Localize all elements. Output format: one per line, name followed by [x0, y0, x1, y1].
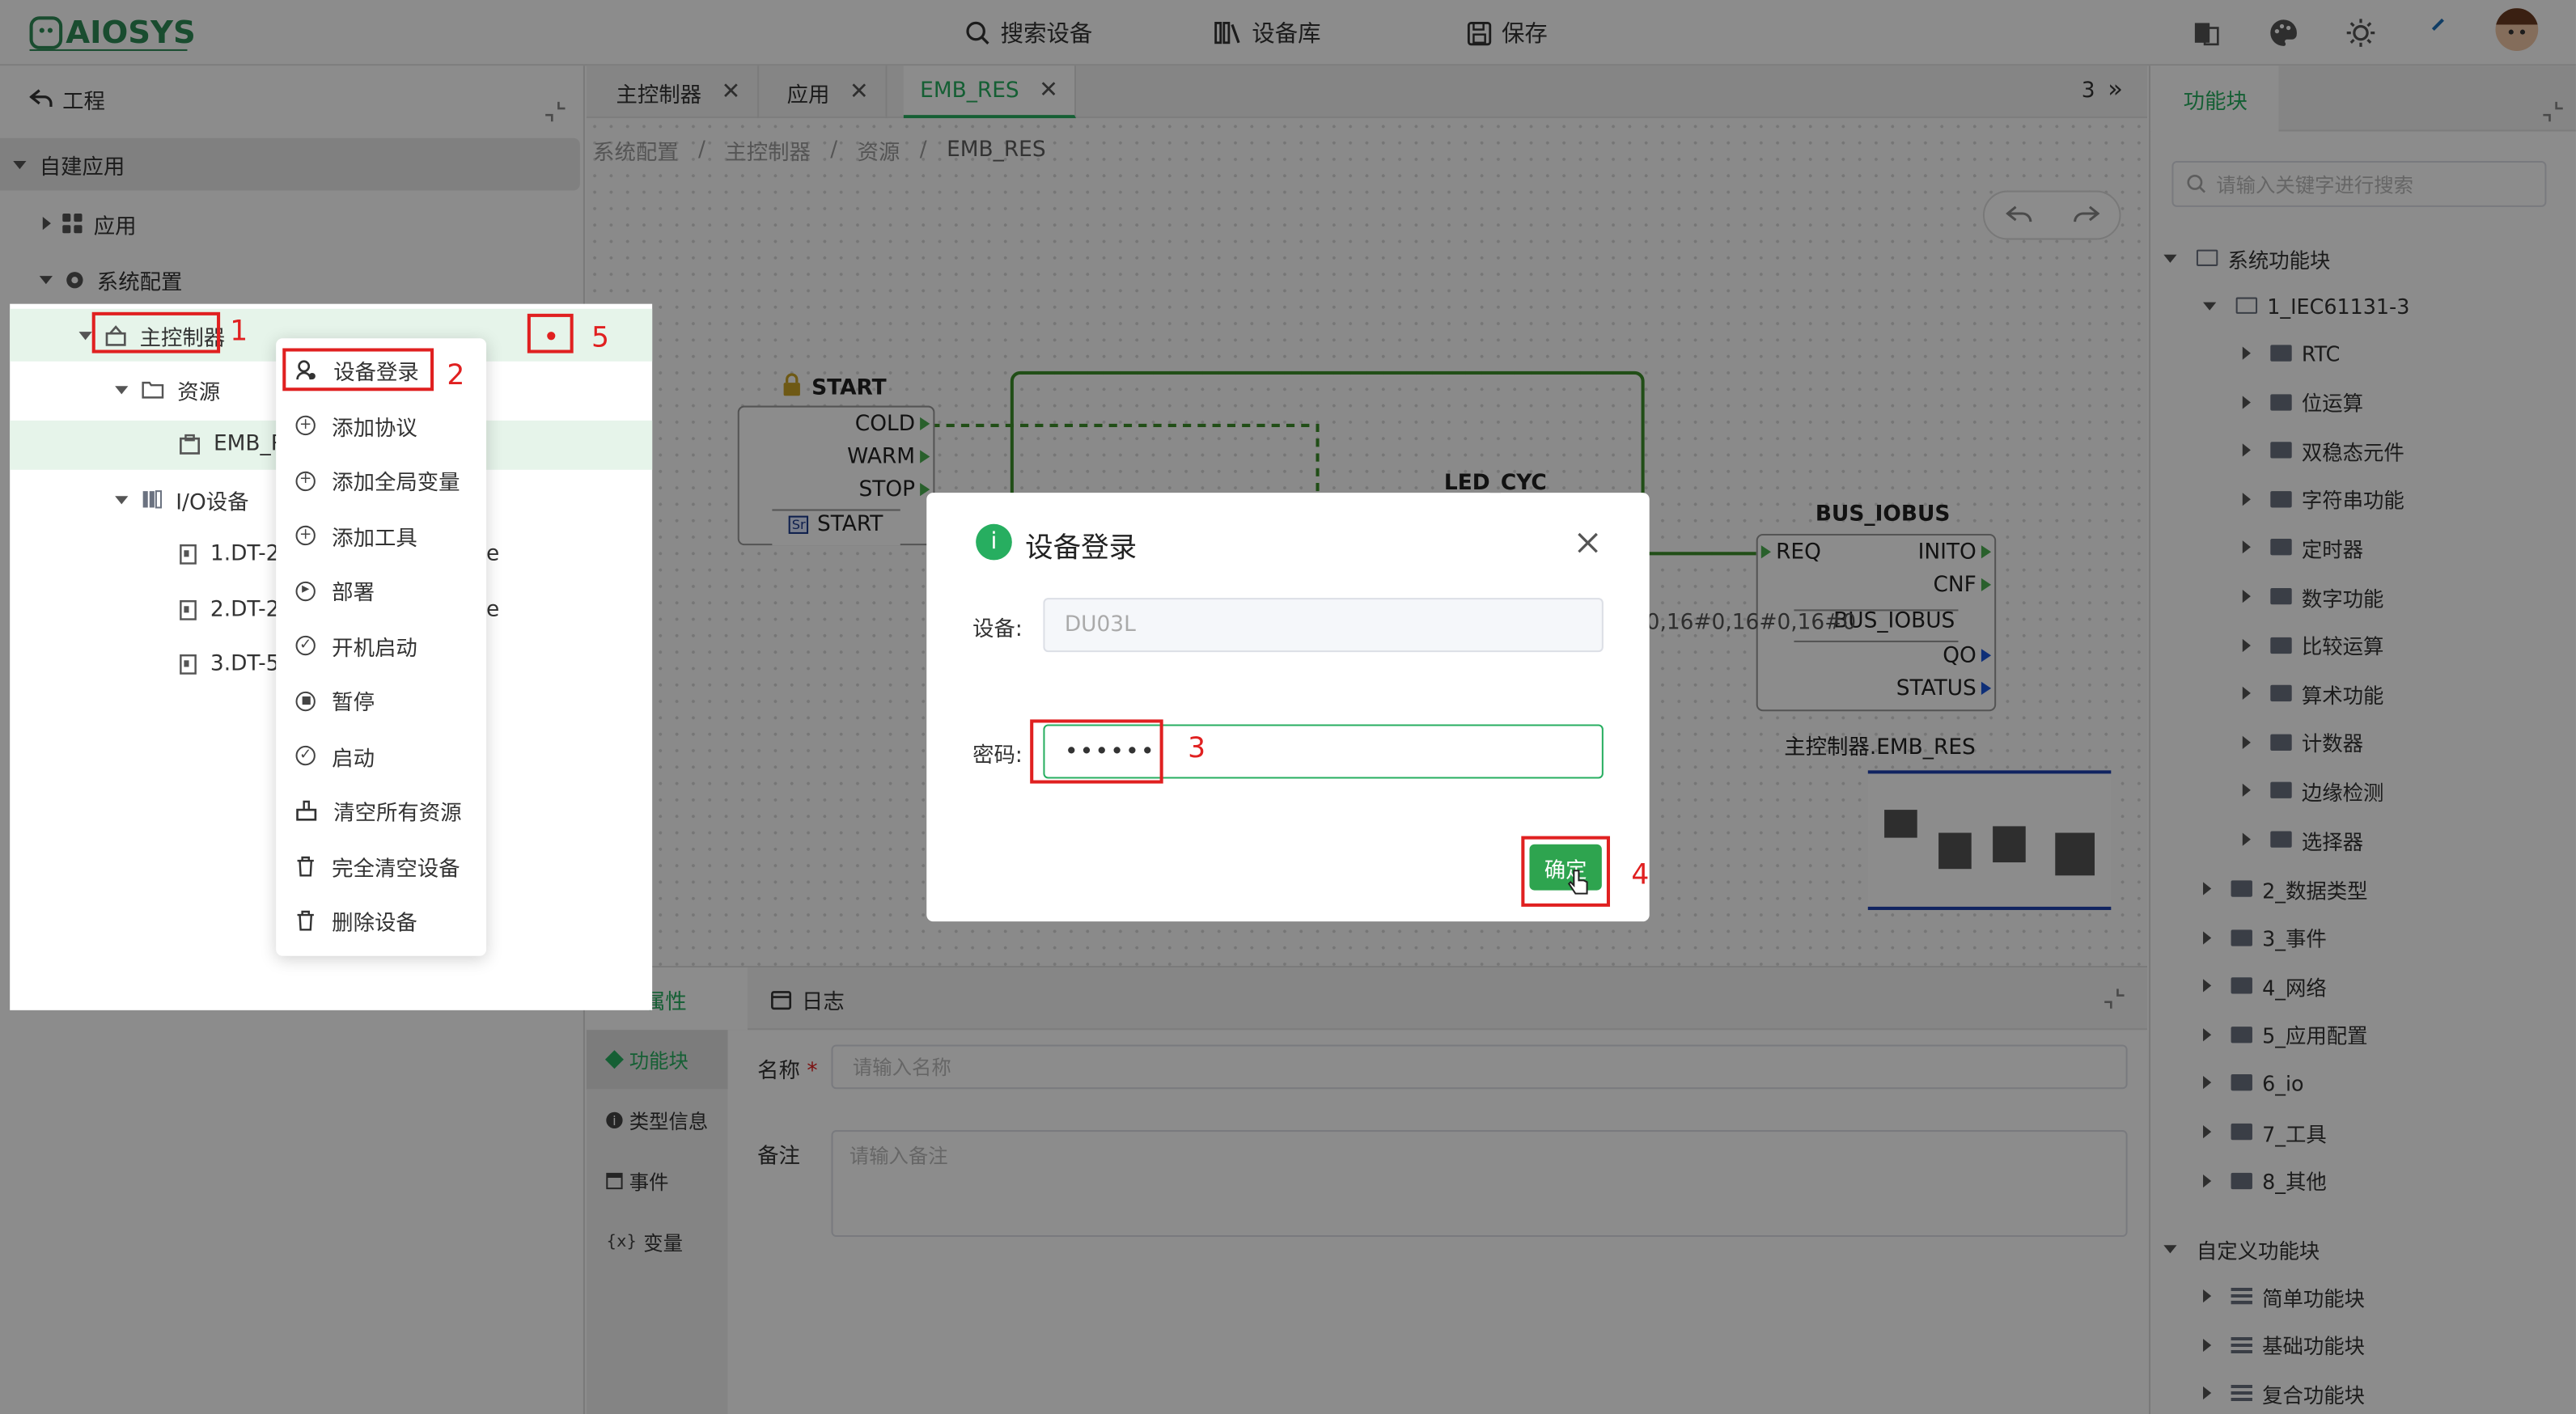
menu-item-label: 添加全局变量: [332, 471, 460, 497]
annotation-number-4: 4: [1631, 859, 1650, 892]
plus-circle-icon: +: [295, 525, 316, 546]
trash-icon: [296, 910, 316, 931]
menu-item-label: 完全清空设备: [332, 856, 460, 882]
breadcrumb-sep: /: [919, 137, 927, 163]
menu-item-4[interactable]: ▸ 部署: [276, 563, 486, 617]
tree-item-emb-res[interactable]: EMB_R: [179, 419, 286, 468]
annotation-box-4: [1521, 836, 1610, 907]
breadcrumb-item[interactable]: 系统配置: [593, 133, 679, 165]
plus-circle-icon: +: [295, 470, 316, 491]
menu-item-1[interactable]: + 添加协议: [276, 398, 486, 452]
menu-item-label: 添加工具: [332, 526, 417, 552]
dialog-title: 设备登录: [1025, 531, 1138, 565]
breadcrumb: 系统配置 / 主控制器 / 资源 / EMB_RES: [593, 131, 1046, 167]
annotation-number-2: 2: [447, 359, 465, 393]
caret-down-icon: [115, 495, 129, 504]
module-icon: [180, 543, 197, 564]
menu-item-8[interactable]: 清空所有资源: [276, 784, 486, 838]
play-circle-icon: ▸: [295, 580, 316, 601]
folder-icon: [142, 381, 164, 399]
caret-down-icon: [115, 385, 129, 394]
stop-circle-icon: [295, 690, 316, 711]
annotation-box-2: [282, 348, 434, 392]
menu-item-label: 启动: [332, 746, 375, 772]
breadcrumb-sep: /: [830, 137, 838, 163]
breadcrumb-item[interactable]: 主控制器: [725, 133, 811, 165]
tree-item-io[interactable]: I/O设备: [115, 475, 249, 524]
menu-item-10[interactable]: 删除设备: [276, 894, 486, 948]
clear-icon: [296, 800, 317, 821]
module-icon: [180, 599, 197, 620]
plus-circle-icon: +: [295, 415, 316, 436]
menu-item-label: 暂停: [332, 691, 375, 717]
annotation-box-1: [91, 311, 221, 354]
login-dialog: i 设备登录 设备: DU03L 密码: •••••• 3 确定 4: [926, 493, 1650, 922]
status-dot: [547, 332, 556, 341]
menu-item-label: 部署: [332, 581, 375, 607]
trash-icon: [296, 855, 316, 876]
tree-item-dt2[interactable]: 2.DT-2: [179, 585, 279, 634]
menu-item-label: 添加协议: [332, 416, 417, 442]
clipped-text: e: [486, 541, 500, 566]
menu-item-label: 删除设备: [332, 911, 417, 937]
annotation-number-3: 3: [1188, 732, 1206, 766]
annotation-box-3: [1030, 719, 1163, 784]
annotation-number-1: 1: [230, 315, 248, 349]
tree-item-dt1[interactable]: 1.DT-2: [179, 529, 279, 578]
info-icon: i: [976, 523, 1012, 561]
annotation-number-5: 5: [591, 321, 610, 355]
close-icon[interactable]: [1577, 532, 1598, 553]
tree-item-resource[interactable]: 资源: [115, 365, 220, 414]
menu-item-9[interactable]: 完全清空设备: [276, 839, 486, 893]
menu-item-label: 开机启动: [332, 636, 417, 662]
menu-item-6[interactable]: 暂停: [276, 674, 486, 728]
password-label: 密码:: [972, 743, 1023, 769]
check-circle-icon: ✓: [295, 745, 316, 766]
menu-item-label: 清空所有资源: [333, 801, 462, 827]
check-circle-icon: ✓: [295, 635, 316, 656]
breadcrumb-item: EMB_RES: [947, 137, 1046, 163]
menu-item-2[interactable]: + 添加全局变量: [276, 453, 486, 507]
device-field: DU03L: [1043, 598, 1604, 653]
module-icon: [180, 653, 197, 674]
context-menu: 设备登录 + 添加协议 + 添加全局变量 + 添加工具 ▸ 部署 ✓ 开机启动 暂停 ✓ 启动 清空所有资源…: [276, 338, 487, 956]
menu-item-5[interactable]: ✓ 开机启动: [276, 619, 486, 673]
device-label: 设备:: [972, 617, 1023, 642]
resource-icon: [180, 433, 201, 454]
tree-item-dt3[interactable]: 3.DT-5: [179, 639, 279, 688]
breadcrumb-sep: /: [698, 137, 705, 163]
io-icon: [142, 490, 163, 509]
clipped-text: e: [486, 597, 500, 622]
breadcrumb-item[interactable]: 资源: [858, 133, 900, 165]
caret-down-icon: [78, 331, 92, 340]
menu-item-3[interactable]: + 添加工具: [276, 508, 486, 562]
menu-item-7[interactable]: ✓ 启动: [276, 729, 486, 783]
